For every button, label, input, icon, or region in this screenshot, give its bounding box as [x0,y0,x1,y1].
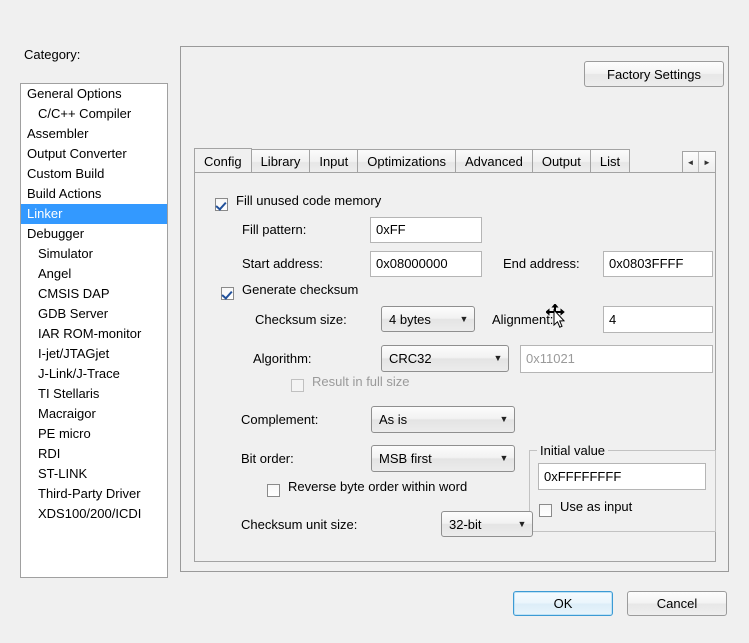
tab-config[interactable]: Config [194,148,252,173]
algorithm-value: CRC32 [389,351,432,366]
initial-value-input[interactable]: 0xFFFFFFFF [538,463,706,490]
fill-pattern-label: Fill pattern: [242,222,307,237]
category-item-custom-build[interactable]: Custom Build [21,164,167,184]
category-item-output-converter[interactable]: Output Converter [21,144,167,164]
category-item-ti-stellaris[interactable]: TI Stellaris [21,384,167,404]
category-item-build-actions[interactable]: Build Actions [21,184,167,204]
start-address-input[interactable]: 0x08000000 [370,251,482,277]
bit-order-value: MSB first [379,451,432,466]
end-address-input[interactable]: 0x0803FFFF [603,251,713,277]
tab-scroll-left-icon[interactable]: ◄ [683,152,699,172]
checksum-size-label: Checksum size: [255,312,347,327]
checksum-size-value: 4 bytes [389,311,431,327]
tab-output[interactable]: Output [531,149,591,173]
polynomial-input[interactable]: 0x11021 [520,345,713,373]
category-item-debugger[interactable]: Debugger [21,224,167,244]
chevron-down-icon: ▼ [499,414,509,424]
complement-dropdown[interactable]: As is ▼ [371,406,515,433]
category-item-iar-rom-monitor[interactable]: IAR ROM-monitor [21,324,167,344]
checksum-unit-size-label: Checksum unit size: [241,517,358,532]
tab-bar[interactable]: Config Library Input Optimizations Advanced O… [194,148,716,173]
options-panel: Factory Settings Config Library Input Optim… [180,46,729,572]
config-tab-panel: Fill unused code memory Fill pattern: 0x… [194,172,716,562]
checksum-size-dropdown[interactable]: 4 bytes ▼ [381,306,475,332]
use-as-input-checkbox[interactable] [539,504,552,517]
generate-checksum-checkbox[interactable] [221,287,234,300]
complement-label: Complement: [241,412,319,427]
category-item-macraigor[interactable]: Macraigor [21,404,167,424]
end-address-label: End address: [503,256,580,271]
category-label: Category: [24,47,81,62]
chevron-down-icon: ▼ [517,518,527,529]
fill-unused-code-memory-label: Fill unused code memory [236,193,382,208]
category-item-gdb-server[interactable]: GDB Server [21,304,167,324]
category-item-general-options[interactable]: General Options [21,84,167,104]
category-item-simulator[interactable]: Simulator [21,244,167,264]
algorithm-dropdown[interactable]: CRC32 ▼ [381,345,509,372]
chevron-down-icon: ▼ [499,453,509,463]
generate-checksum-label: Generate checksum [242,282,359,297]
tab-library[interactable]: Library [250,149,311,173]
tab-optimizations[interactable]: Optimizations [357,149,456,173]
category-item-xds100-200-icdi[interactable]: XDS100/200/ICDI [21,504,167,524]
tab-advanced[interactable]: Advanced [455,149,533,173]
result-in-full-size-label: Result in full size [312,374,410,389]
checksum-unit-size-dropdown[interactable]: 32-bit ▼ [441,511,533,537]
category-item-rdi[interactable]: RDI [21,444,167,464]
use-as-input-label: Use as input [560,499,633,514]
tab-scroll-buttons[interactable]: ◄ ► [682,151,716,173]
category-item-cmsis-dap[interactable]: CMSIS DAP [21,284,167,304]
category-item-angel[interactable]: Angel [21,264,167,284]
initial-value-group-title: Initial value [537,443,609,458]
category-item-linker[interactable]: Linker [21,204,167,224]
category-item-st-link[interactable]: ST-LINK [21,464,167,484]
reverse-byte-order-label: Reverse byte order within word [288,479,468,494]
reverse-byte-order-checkbox[interactable] [267,484,280,497]
start-address-label: Start address: [242,256,323,271]
alignment-label: Alignment: [492,312,554,327]
ok-button[interactable]: OK [513,591,613,616]
cancel-button[interactable]: Cancel [627,591,727,616]
category-item-pe-micro[interactable]: PE micro [21,424,167,444]
algorithm-label: Algorithm: [253,351,312,366]
category-list[interactable]: General Options C/C++ Compiler Assembler Ou… [20,83,168,578]
category-item-assembler[interactable]: Assembler [21,124,167,144]
chevron-down-icon: ▼ [493,353,503,363]
tab-input[interactable]: Input [309,149,359,173]
complement-value: As is [379,412,408,427]
bit-order-dropdown[interactable]: MSB first ▼ [371,445,515,472]
category-item-i-jet-jtagjet[interactable]: I-jet/JTAGjet [21,344,167,364]
checksum-unit-size-value: 32-bit [449,516,482,532]
bit-order-label: Bit order: [241,451,294,466]
category-item-c-c-compiler[interactable]: C/C++ Compiler [21,104,167,124]
fill-unused-code-memory-checkbox[interactable] [215,198,228,211]
result-in-full-size-checkbox[interactable] [291,379,304,392]
tab-scroll-right-icon[interactable]: ► [699,152,715,172]
factory-settings-button[interactable]: Factory Settings [584,61,724,87]
fill-pattern-input[interactable]: 0xFF [370,217,482,243]
category-item-third-party-driver[interactable]: Third-Party Driver [21,484,167,504]
category-item-j-link-j-trace[interactable]: J-Link/J-Trace [21,364,167,384]
chevron-down-icon: ▼ [459,313,469,324]
alignment-input[interactable]: 4 [603,306,713,333]
tab-list[interactable]: List [589,149,631,173]
